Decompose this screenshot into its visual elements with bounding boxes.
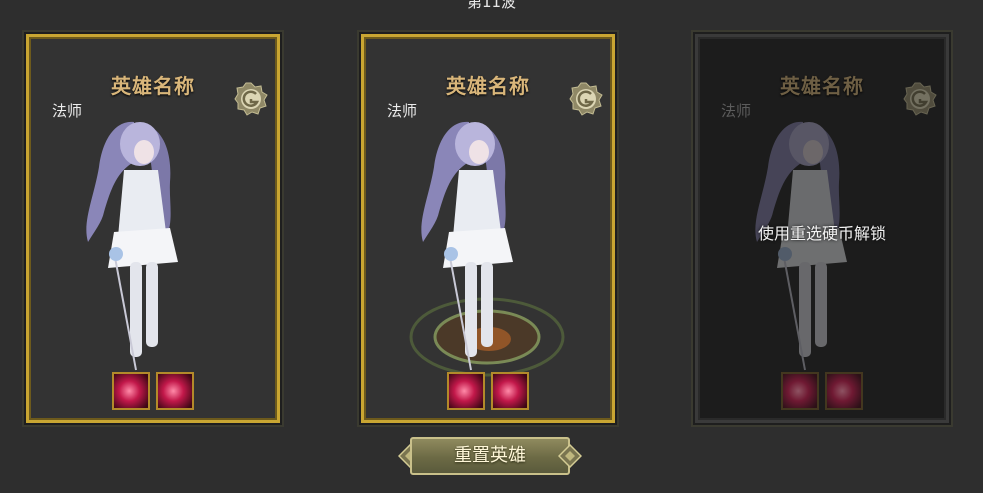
skill-icon[interactable] [156, 372, 194, 410]
skill-slots [24, 372, 282, 410]
skill-slots [693, 372, 951, 410]
hero-card-1[interactable]: 英雄名称 法师 [22, 30, 284, 427]
g-coin-icon [903, 82, 937, 116]
skill-icon [825, 372, 863, 410]
reset-button-label: 重置英雄 [454, 445, 526, 466]
skill-slots [359, 372, 617, 410]
unlock-hint: 使用重选硬币解锁 [757, 224, 886, 243]
hero-card-2[interactable]: 英雄名称 法师 [357, 30, 619, 427]
reset-heroes-button[interactable]: 重置英雄 [398, 433, 582, 479]
g-coin-icon [569, 82, 603, 116]
wave-label: 第11波 [466, 0, 517, 11]
hero-card-3-locked[interactable]: 英雄名称 法师 使用重选硬币解锁 [691, 30, 953, 427]
skill-icon[interactable] [491, 372, 529, 410]
skill-icon[interactable] [112, 372, 150, 410]
skill-icon [781, 372, 819, 410]
hero-figure [86, 121, 178, 371]
skill-icon[interactable] [447, 372, 485, 410]
g-coin-icon [234, 82, 268, 116]
hero-figure [421, 121, 513, 371]
